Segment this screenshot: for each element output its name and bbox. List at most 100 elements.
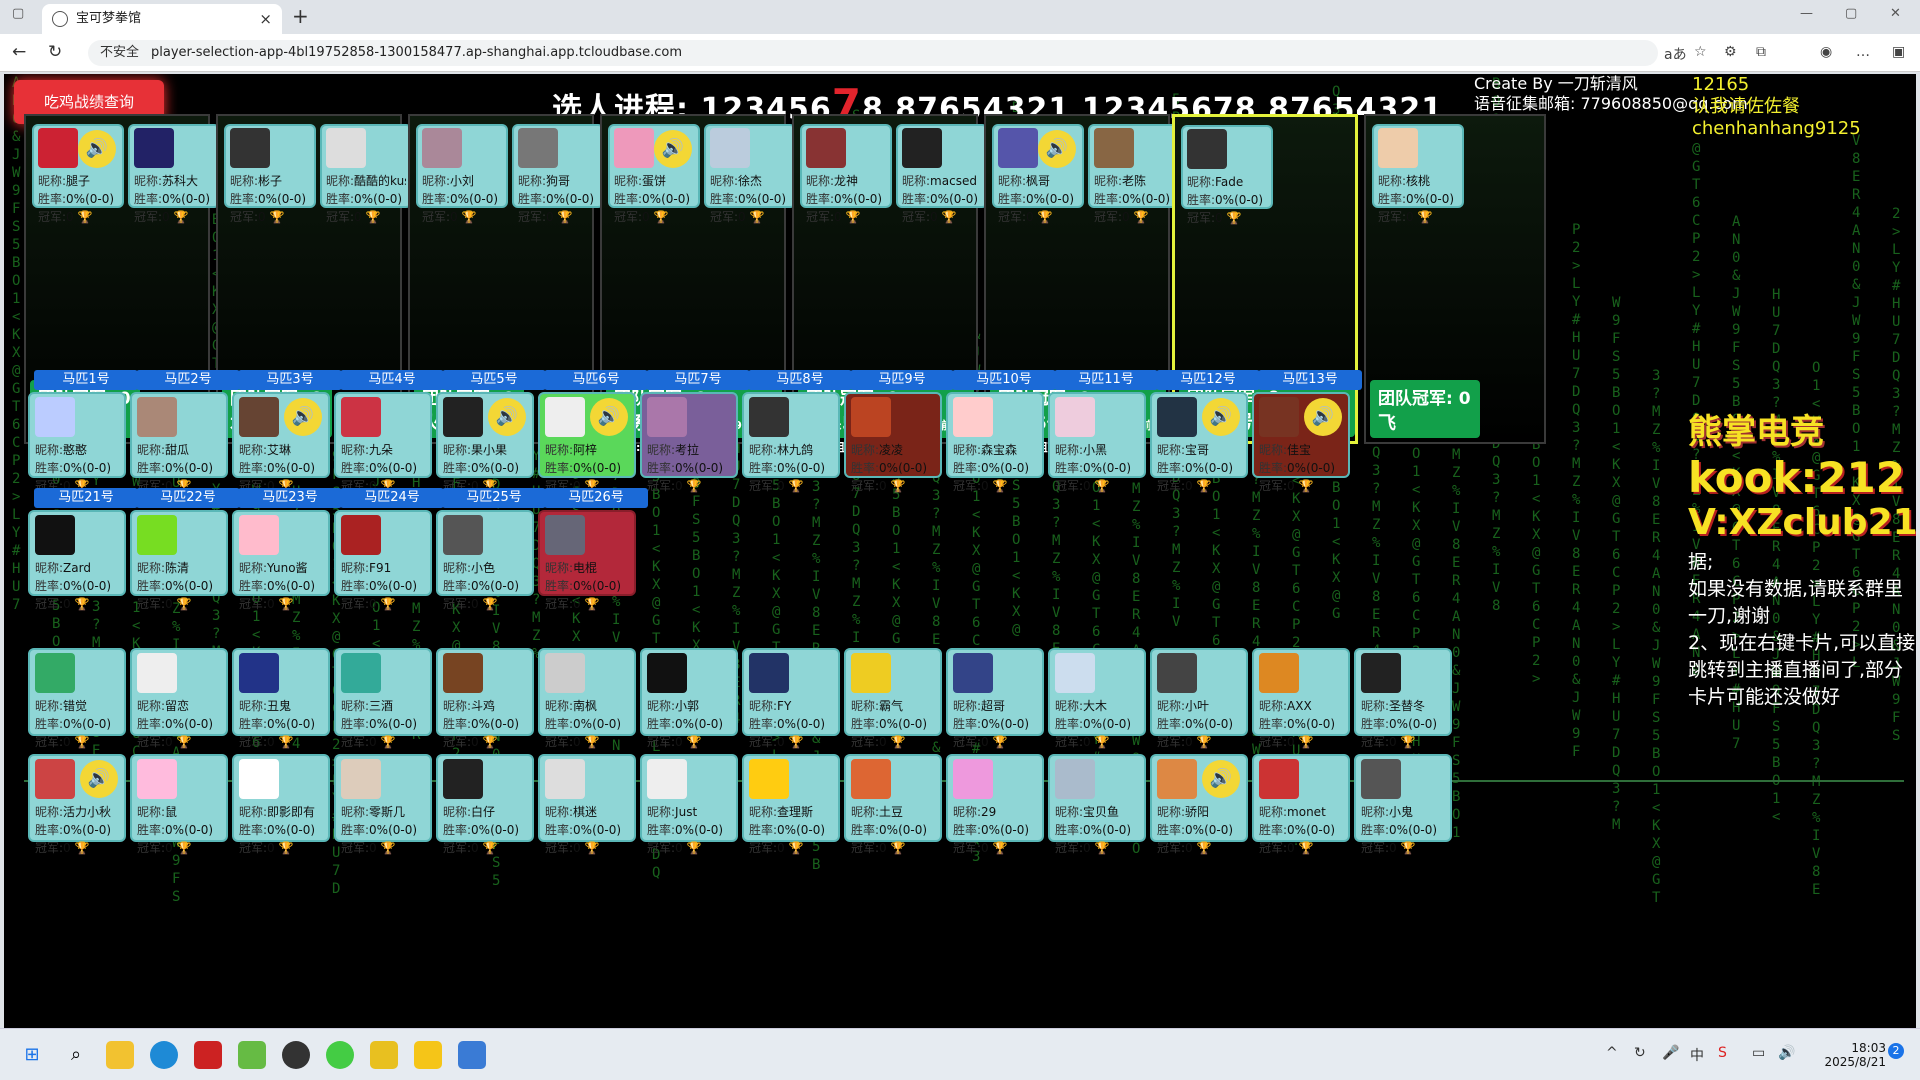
speaker-icon[interactable]: 🔊: [1202, 398, 1240, 436]
player-card[interactable]: 🔊 昵称:蛋饼 胜率:0%(0-0) 冠军:0 🏆: [608, 124, 700, 224]
speaker-icon[interactable]: 🔊: [1202, 760, 1240, 798]
player-card[interactable]: 昵称:圣替冬 胜率:0%(0-0) 冠军:0 🏆: [1354, 648, 1452, 749]
reload-icon[interactable]: ↻: [48, 42, 62, 62]
player-card[interactable]: 昵称:AXX 胜率:0%(0-0) 冠军:0 🏆: [1252, 648, 1350, 749]
player-card[interactable]: 昵称:FY 胜率:0%(0-0) 冠军:0 🏆: [742, 648, 840, 749]
player-card[interactable]: 昵称:小叶 胜率:0%(0-0) 冠军:0 🏆: [1150, 648, 1248, 749]
player-card[interactable]: 昵称:南枫 胜率:0%(0-0) 冠军:0 🏆: [538, 648, 636, 749]
tab-actions-icon[interactable]: ▢: [12, 6, 24, 21]
player-card[interactable]: 昵称:monet 胜率:0%(0-0) 冠军:0 🏆: [1252, 754, 1350, 855]
file-explorer-icon[interactable]: [106, 1041, 134, 1069]
player-card[interactable]: 昵称:F91 胜率:0%(0-0) 冠军:0 🏆: [334, 510, 432, 611]
player-card[interactable]: 昵称:龙神 胜率:0%(0-0) 冠军:0 🏆: [800, 124, 892, 224]
player-card[interactable]: 昵称:小郭 胜率:0%(0-0) 冠军:0 🏆: [640, 648, 738, 749]
frog-app-icon[interactable]: [238, 1041, 266, 1069]
player-card[interactable]: 昵称:憨憨 胜率:0%(0-0) 冠军:0 🏆: [28, 392, 126, 493]
player-card[interactable]: 昵称:斗鸡 胜率:0%(0-0) 冠军:0 🏆: [436, 648, 534, 749]
player-card[interactable]: 昵称:三酒 胜率:0%(0-0) 冠军:0 🏆: [334, 648, 432, 749]
minimize-icon[interactable]: —: [1800, 6, 1813, 21]
close-window-icon[interactable]: ✕: [1890, 6, 1901, 21]
player-card[interactable]: 昵称:甜瓜 胜率:0%(0-0) 冠军:0 🏆: [130, 392, 228, 493]
player-card[interactable]: 昵称:Zard 胜率:0%(0-0) 冠军:0 🏆: [28, 510, 126, 611]
speaker-icon[interactable]: 🔊: [1304, 398, 1342, 436]
player-card[interactable]: 昵称:宝贝鱼 胜率:0%(0-0) 冠军:0 🏆: [1048, 754, 1146, 855]
read-aloud-icon[interactable]: aあ: [1664, 44, 1687, 64]
player-card[interactable]: 昵称:凌凌 胜率:0%(0-0) 冠军:0 🏆: [844, 392, 942, 493]
extensions-icon[interactable]: ⚙: [1724, 44, 1737, 60]
speaker-icon[interactable]: 🔊: [590, 398, 628, 436]
chrome-icon[interactable]: [326, 1041, 354, 1069]
player-card[interactable]: 🔊 昵称:腿子 胜率:0%(0-0) 冠军:0 🏆: [32, 124, 124, 224]
player-card[interactable]: 昵称:零斯几 胜率:0%(0-0) 冠军:0 🏆: [334, 754, 432, 855]
player-card[interactable]: 昵称:陈清 胜率:0%(0-0) 冠军:0 🏆: [130, 510, 228, 611]
player-card[interactable]: 昵称:Yuno酱 胜率:0%(0-0) 冠军:0 🏆: [232, 510, 330, 611]
player-card[interactable]: 昵称:留恋 胜率:0%(0-0) 冠军:0 🏆: [130, 648, 228, 749]
player-card[interactable]: 昵称:小色 胜率:0%(0-0) 冠军:0 🏆: [436, 510, 534, 611]
player-card[interactable]: 昵称:29 胜率:0%(0-0) 冠军:0 🏆: [946, 754, 1044, 855]
app-icon[interactable]: [414, 1041, 442, 1069]
speaker-icon[interactable]: 🔊: [284, 398, 322, 436]
player-card[interactable]: 昵称:白仔 胜率:0%(0-0) 冠军:0 🏆: [436, 754, 534, 855]
notepad-icon[interactable]: [458, 1041, 486, 1069]
player-card[interactable]: 昵称:Just 胜率:0%(0-0) 冠军:0 🏆: [640, 754, 738, 855]
player-card[interactable]: 昵称:霸气 胜率:0%(0-0) 冠军:0 🏆: [844, 648, 942, 749]
player-card[interactable]: 昵称:彬子 胜率:0%(0-0) 冠军:0 🏆: [224, 124, 316, 224]
player-card[interactable]: 🔊 昵称:阿梓 胜率:0%(0-0) 冠军:0 🏆: [538, 392, 636, 493]
sync-icon[interactable]: ↻: [1634, 1045, 1646, 1061]
voicemeeter-icon[interactable]: [194, 1041, 222, 1069]
speaker-icon[interactable]: 🔊: [1038, 130, 1076, 168]
maximize-icon[interactable]: ▢: [1845, 6, 1857, 21]
player-card[interactable]: 昵称:九朵 胜率:0%(0-0) 冠军:0 🏆: [334, 392, 432, 493]
new-tab-icon[interactable]: +: [292, 4, 309, 28]
player-card[interactable]: 昵称:棋迷 胜率:0%(0-0) 冠军:0 🏆: [538, 754, 636, 855]
player-card[interactable]: 昵称:考拉 胜率:0%(0-0) 冠军:0 🏆: [640, 392, 738, 493]
player-card[interactable]: 昵称:林九鸽 胜率:0%(0-0) 冠军:0 🏆: [742, 392, 840, 493]
start-icon[interactable]: ⊞: [18, 1041, 46, 1069]
speaker-icon[interactable]: 🔊: [80, 760, 118, 798]
player-card[interactable]: 🔊 昵称:艾琳 胜率:0%(0-0) 冠军:0 🏆: [232, 392, 330, 493]
obs-icon[interactable]: [282, 1041, 310, 1069]
sidebar-icon[interactable]: ▣: [1892, 44, 1905, 60]
browser-tab[interactable]: 宝可梦拳馆 ×: [42, 4, 282, 34]
player-card[interactable]: 昵称:电棍 胜率:0%(0-0) 冠军:0 🏆: [538, 510, 636, 611]
close-tab-icon[interactable]: ×: [259, 4, 272, 34]
player-card[interactable]: 🔊 昵称:骄阳 胜率:0%(0-0) 冠军:0 🏆: [1150, 754, 1248, 855]
url-field[interactable]: 不安全 player-selection-app-4bl19752858-1300…: [88, 40, 1658, 66]
player-card[interactable]: 昵称:即影即有 胜率:0%(0-0) 冠军:0 🏆: [232, 754, 330, 855]
player-card[interactable]: 昵称:森宝森 胜率:0%(0-0) 冠军:0 🏆: [946, 392, 1044, 493]
player-card[interactable]: 昵称:Fade 胜率:0%(0-0) 冠军:0 🏆: [1181, 125, 1273, 225]
favorite-icon[interactable]: ☆: [1694, 44, 1707, 60]
edge-icon[interactable]: [150, 1041, 178, 1069]
ime-icon[interactable]: 中: [1690, 1045, 1704, 1065]
player-card[interactable]: 昵称:错觉 胜率:0%(0-0) 冠军:0 🏆: [28, 648, 126, 749]
speaker-icon[interactable]: 🔊: [78, 130, 116, 168]
player-card[interactable]: 🔊 昵称:活力小秋 胜率:0%(0-0) 冠军:0 🏆: [28, 754, 126, 855]
player-card[interactable]: 昵称:小鬼 胜率:0%(0-0) 冠军:0 🏆: [1354, 754, 1452, 855]
player-card[interactable]: 🔊 昵称:佳宝 胜率:0%(0-0) 冠军:0 🏆: [1252, 392, 1350, 493]
player-card[interactable]: 昵称:酷酷的kus 胜率:0%(0-0) 冠军:0 🏆: [320, 124, 412, 224]
back-icon[interactable]: ←: [12, 42, 26, 62]
player-card[interactable]: 昵称:土豆 胜率:0%(0-0) 冠军:0 🏆: [844, 754, 942, 855]
mic-icon[interactable]: 🎤: [1662, 1045, 1679, 1061]
player-card[interactable]: 昵称:苏科大 胜率:0%(0-0) 冠军:0 🏆: [128, 124, 220, 224]
player-card[interactable]: 昵称:核桃 胜率:0%(0-0) 冠军:0 🏆: [1372, 124, 1464, 224]
player-card[interactable]: 昵称:徐杰 胜率:0%(0-0) 冠军:0 🏆: [704, 124, 796, 224]
notification-badge[interactable]: 2: [1888, 1043, 1904, 1059]
player-card[interactable]: 昵称:小刘 胜率:0%(0-0) 冠军:0 🏆: [416, 124, 508, 224]
player-card[interactable]: 昵称:丑鬼 胜率:0%(0-0) 冠军:0 🏆: [232, 648, 330, 749]
player-card[interactable]: 昵称:老陈 胜率:0%(0-0) 冠军:0 🏆: [1088, 124, 1180, 224]
player-card[interactable]: 昵称:macsed 胜率:0%(0-0) 冠军:0 🏆: [896, 124, 988, 224]
network-icon[interactable]: ▭: [1752, 1045, 1765, 1061]
player-card[interactable]: 🔊 昵称:果小果 胜率:0%(0-0) 冠军:0 🏆: [436, 392, 534, 493]
speaker-icon[interactable]: 🔊: [654, 130, 692, 168]
profile-icon[interactable]: ◉: [1820, 44, 1832, 60]
player-card[interactable]: 昵称:鼠 胜率:0%(0-0) 冠军:0 🏆: [130, 754, 228, 855]
player-card[interactable]: 昵称:大木 胜率:0%(0-0) 冠军:0 🏆: [1048, 648, 1146, 749]
player-card[interactable]: 昵称:超哥 胜率:0%(0-0) 冠军:0 🏆: [946, 648, 1044, 749]
speaker-icon[interactable]: 🔊: [488, 398, 526, 436]
player-card[interactable]: 🔊 昵称:宝哥 胜率:0%(0-0) 冠军:0 🏆: [1150, 392, 1248, 493]
chevron-up-icon[interactable]: ^: [1606, 1045, 1618, 1061]
player-card[interactable]: 🔊 昵称:枫哥 胜率:0%(0-0) 冠军:0 🏆: [992, 124, 1084, 224]
security-icon[interactable]: S: [1718, 1045, 1727, 1061]
player-icon[interactable]: [370, 1041, 398, 1069]
